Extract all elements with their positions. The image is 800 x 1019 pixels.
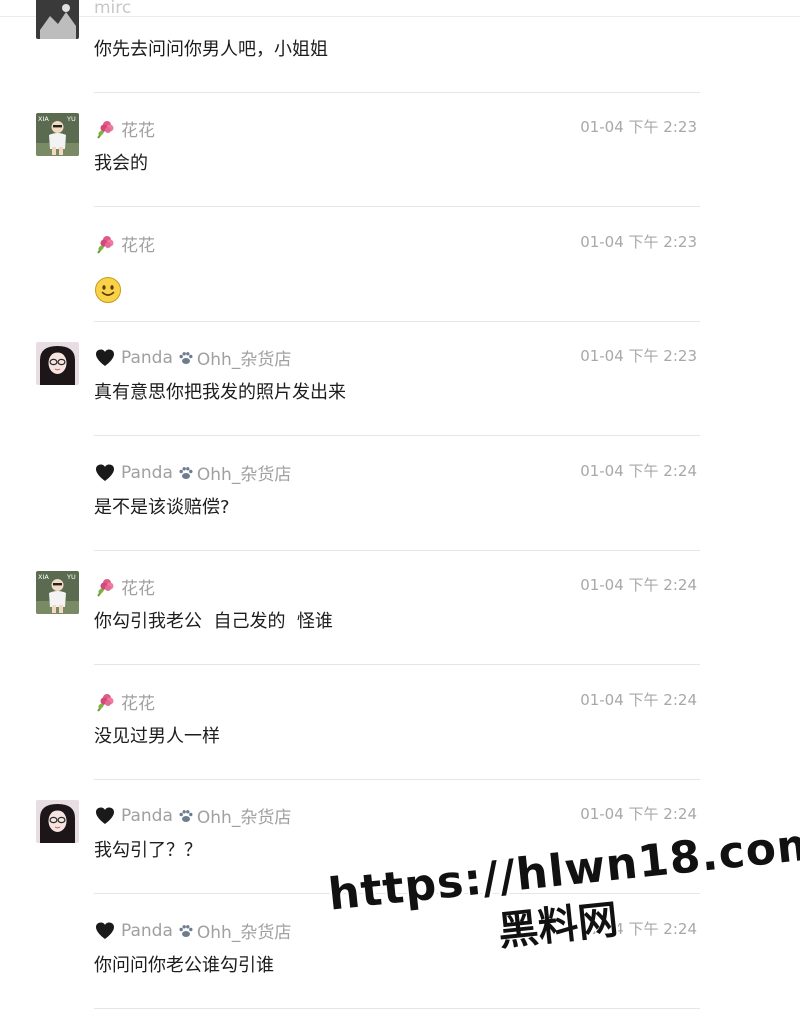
message-text-partial: 你先去问问你男人吧，小姐姐 xyxy=(94,39,328,60)
paw-icon xyxy=(178,465,194,481)
message-time: 01-04 下午 2:24 xyxy=(580,576,697,594)
sender-name[interactable]: Panda Ohh_杂货店 xyxy=(94,345,291,370)
sender-label: Panda xyxy=(121,462,173,483)
message-time: 01-04 下午 2:23 xyxy=(580,347,697,365)
flower-icon xyxy=(94,576,116,598)
sender-label: 花花 xyxy=(121,579,155,599)
message-divider xyxy=(94,664,700,665)
message-divider xyxy=(94,435,700,436)
message-divider xyxy=(94,206,700,207)
message-time: 01-04 下午 2:24 xyxy=(580,920,697,938)
sender-suffix: Ohh_杂货店 xyxy=(196,465,292,485)
xiaoyu-avatar[interactable]: XIA YU xyxy=(36,113,79,156)
message-divider xyxy=(94,779,700,780)
message-text: 我勾引了？？ xyxy=(94,840,202,861)
panda-avatar[interactable] xyxy=(36,342,79,385)
xiaoyu-avatar[interactable]: XIA YU xyxy=(36,571,79,614)
svg-text:XIA: XIA xyxy=(38,573,49,581)
message-text: 真有意思你把我发的照片发出来 xyxy=(94,382,346,403)
message-time: 01-04 下午 2:23 xyxy=(580,233,697,251)
flower-icon xyxy=(94,691,116,713)
sender-suffix: Ohh_杂货店 xyxy=(196,808,292,828)
paw-icon xyxy=(178,808,194,824)
sender-partial: mirc xyxy=(94,0,132,18)
sender-name[interactable]: 花花 xyxy=(94,116,155,141)
black-heart-icon xyxy=(94,805,116,827)
message-divider xyxy=(94,550,700,551)
sender-name[interactable]: 花花 xyxy=(94,689,155,714)
message-text: 没见过男人一样 xyxy=(94,726,220,747)
message-time: 01-04 下午 2:24 xyxy=(580,805,697,823)
black-heart-icon xyxy=(94,920,116,942)
message-time: 01-04 下午 2:23 xyxy=(580,118,697,136)
watermark-site: 黑料网 xyxy=(496,896,621,956)
sender-name[interactable]: 花花 xyxy=(94,231,155,256)
message-divider xyxy=(94,321,700,322)
message-divider xyxy=(94,92,700,93)
message-time: 01-04 下午 2:24 xyxy=(580,691,697,709)
message-text: 你问问你老公谁勾引谁 xyxy=(94,955,274,976)
sender-name[interactable]: 花花 xyxy=(94,574,155,599)
paw-icon xyxy=(178,350,194,366)
chat-log: mirc 你先去问问你男人吧，小姐姐 XIA YU 花花 01-04 下午 2:23 我… xyxy=(0,0,800,1019)
sender-name[interactable]: Panda Ohh_杂货店 xyxy=(94,460,291,485)
flower-icon xyxy=(94,233,116,255)
sender-label: Panda xyxy=(121,347,173,368)
sender-label: Panda xyxy=(121,805,173,826)
sender-label: 花花 xyxy=(121,694,155,714)
message-text: 我会的 xyxy=(94,153,148,174)
panda-avatar[interactable] xyxy=(36,800,79,843)
message-divider xyxy=(94,1008,700,1009)
avatar-partial[interactable] xyxy=(36,0,79,39)
sender-label: 花花 xyxy=(121,236,155,256)
black-heart-icon xyxy=(94,347,116,369)
message-text: 你勾引我老公 自己发的 怪谁 xyxy=(94,611,333,632)
watermark-url: https://hlwn18.com xyxy=(326,818,800,921)
message-divider xyxy=(94,893,700,894)
sender-name[interactable]: Panda Ohh_杂货店 xyxy=(94,918,291,943)
svg-text:YU: YU xyxy=(66,115,76,123)
sender-label: 花花 xyxy=(121,121,155,141)
sender-name[interactable]: Panda Ohh_杂货店 xyxy=(94,803,291,828)
flower-icon xyxy=(94,118,116,140)
svg-text:YU: YU xyxy=(66,573,76,581)
message-time: 01-04 下午 2:24 xyxy=(580,462,697,480)
message-text: 是不是该谈赔偿? xyxy=(94,497,230,518)
smiley-emoji xyxy=(94,276,122,304)
paw-icon xyxy=(178,923,194,939)
svg-text:XIA: XIA xyxy=(38,115,49,123)
watermark: https://hlwn18.com 黑料网 xyxy=(326,818,800,974)
black-heart-icon xyxy=(94,462,116,484)
sender-suffix: Ohh_杂货店 xyxy=(196,923,292,943)
sender-label: Panda xyxy=(121,920,173,941)
sender-suffix: Ohh_杂货店 xyxy=(196,350,292,370)
